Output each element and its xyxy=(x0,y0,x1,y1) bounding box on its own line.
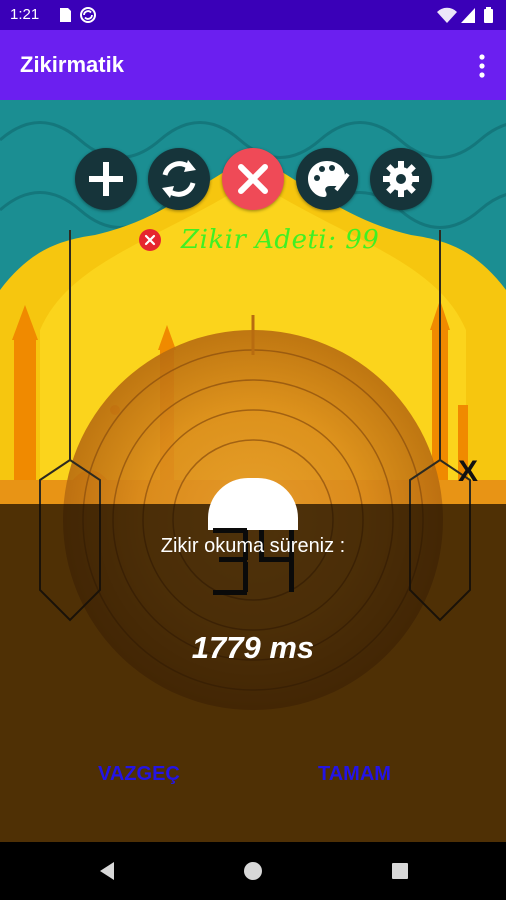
counter-row: Zikir Adeti: 99 xyxy=(135,225,395,255)
back-icon[interactable] xyxy=(92,856,122,886)
settings-button[interactable] xyxy=(370,148,432,210)
dialog-message: Zikir okuma süreniz : xyxy=(160,535,346,557)
home-icon[interactable] xyxy=(238,856,268,886)
status-icons-left xyxy=(58,7,98,23)
sd-card-icon xyxy=(60,7,96,23)
more-vertical-icon[interactable] xyxy=(472,52,492,80)
navigation-bar xyxy=(0,842,506,900)
battery-icon xyxy=(484,7,493,23)
status-icons-right xyxy=(436,6,498,24)
plus-icon xyxy=(89,162,123,196)
signal-icon xyxy=(461,8,475,23)
side-close-button[interactable]: X xyxy=(458,455,478,489)
theme-button[interactable] xyxy=(296,148,358,210)
add-button[interactable] xyxy=(75,148,137,210)
palette-icon xyxy=(308,161,350,197)
close-circle-icon[interactable] xyxy=(139,229,161,251)
status-bar: 1:21 xyxy=(0,0,506,30)
delete-button[interactable] xyxy=(222,148,284,210)
reset-button[interactable] xyxy=(148,148,210,210)
recents-icon[interactable] xyxy=(385,856,415,886)
refresh-icon xyxy=(162,160,196,198)
gear-icon xyxy=(383,161,419,197)
wifi-icon xyxy=(437,7,457,23)
digital-counter-display[interactable] xyxy=(205,520,305,605)
ok-button[interactable]: TAMAM xyxy=(318,763,391,786)
dialog-duration-value: 1779 ms xyxy=(191,630,315,665)
app-title: Zikirmatik xyxy=(20,52,124,77)
close-icon xyxy=(238,164,268,194)
counter-label: Zikir Adeti: 99 xyxy=(181,225,380,255)
status-time: 1:21 xyxy=(10,6,40,23)
cancel-button[interactable]: VAZGEÇ xyxy=(98,763,180,786)
app-bar: Zikirmatik xyxy=(0,30,506,100)
seven-segment-digits xyxy=(213,528,294,595)
